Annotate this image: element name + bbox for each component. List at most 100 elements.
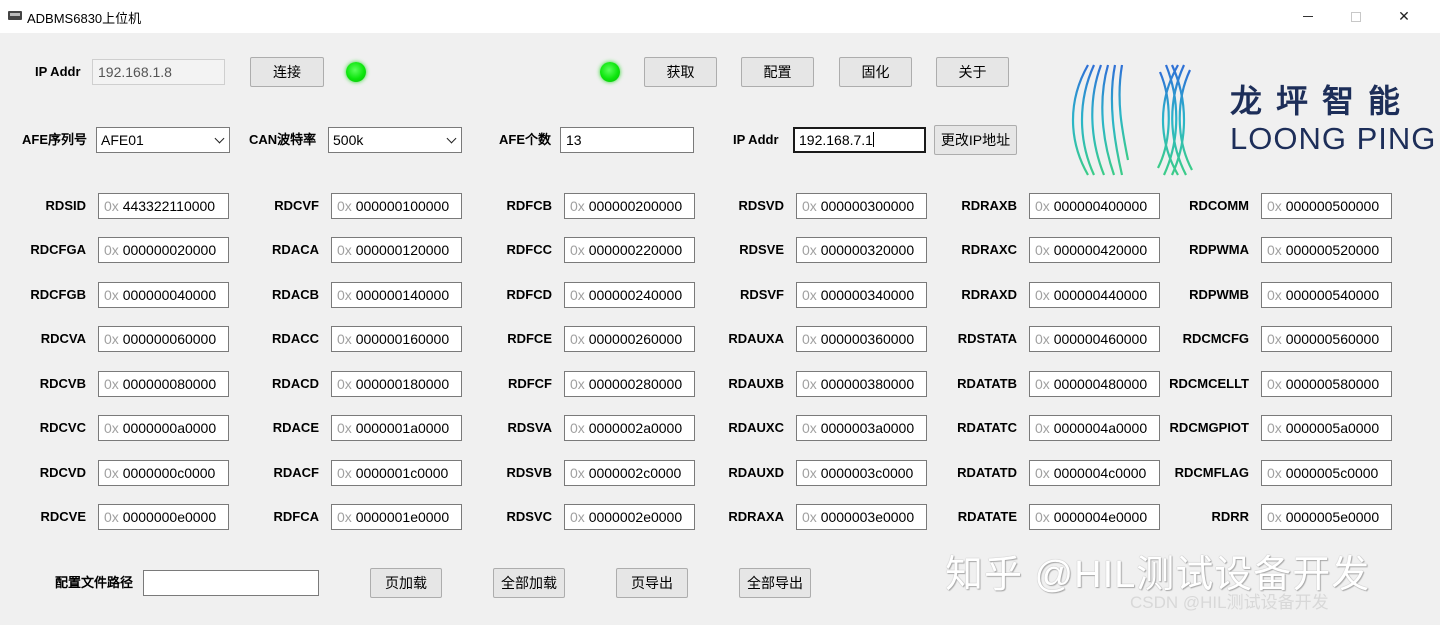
register-value-field[interactable]: 0x 000000280000 <box>564 371 695 397</box>
register-value-field[interactable]: 0x 0000004a0000 <box>1029 415 1160 441</box>
export-all-button[interactable]: 全部导出 <box>739 568 811 598</box>
register-label: RDSVE <box>739 242 784 257</box>
register-value-field[interactable]: 0x 000000200000 <box>564 193 695 219</box>
register-value-field[interactable]: 0x 000000340000 <box>796 282 927 308</box>
register-label: RDRAXA <box>728 509 784 524</box>
register-value-field[interactable]: 0x 0000000e0000 <box>98 504 229 530</box>
register-label: RDFCB <box>506 198 553 213</box>
register-value-field[interactable]: 0x 000000520000 <box>1261 237 1392 263</box>
ip-addr-field[interactable]: 192.168.1.8 <box>92 59 225 85</box>
register-value-field[interactable]: 0x 000000040000 <box>98 282 229 308</box>
register-value-field[interactable]: 0x 000000420000 <box>1029 237 1160 263</box>
register-value-field[interactable]: 0x 000000440000 <box>1029 282 1160 308</box>
register-label: RDFCE <box>507 331 552 346</box>
register-value-field[interactable]: 0x 000000400000 <box>1029 193 1160 219</box>
register-value-field[interactable]: 0x 0000003e0000 <box>796 504 927 530</box>
register-value-field[interactable]: 0x 0000003c0000 <box>796 460 927 486</box>
register-value-field[interactable]: 0x 000000120000 <box>331 237 462 263</box>
register-label: RDCVE <box>40 509 86 524</box>
close-button[interactable]: ✕ <box>1381 0 1427 33</box>
register-value-field[interactable]: 0x 000000560000 <box>1261 326 1392 352</box>
register-value-field[interactable]: 0x 0000004e0000 <box>1029 504 1160 530</box>
app-icon <box>8 11 22 20</box>
register-value-field[interactable]: 0x 000000080000 <box>98 371 229 397</box>
register-value-field[interactable]: 0x 000000240000 <box>564 282 695 308</box>
change-ip-button[interactable]: 更改IP地址 <box>934 125 1017 155</box>
register-value-field[interactable]: 0x 443322110000 <box>98 193 229 219</box>
register-value-field[interactable]: 0x 0000005a0000 <box>1261 415 1392 441</box>
config-button[interactable]: 配置 <box>741 57 814 87</box>
register-value-field[interactable]: 0x 0000002c0000 <box>564 460 695 486</box>
afe-serial-select[interactable]: AFE01 <box>96 127 230 153</box>
load-all-button[interactable]: 全部加载 <box>493 568 565 598</box>
register-value-field[interactable]: 0x 0000004c0000 <box>1029 460 1160 486</box>
minimize-icon <box>1303 16 1313 17</box>
register-value-field[interactable]: 0x 000000180000 <box>331 371 462 397</box>
register-value-field[interactable]: 0x 0000001e0000 <box>331 504 462 530</box>
get-button[interactable]: 获取 <box>644 57 717 87</box>
afe-count-field[interactable]: 13 <box>560 127 694 153</box>
afe-count-label: AFE个数 <box>499 132 552 147</box>
register-value-field[interactable]: 0x 0000001a0000 <box>331 415 462 441</box>
register-value: 000000460000 <box>1053 331 1148 347</box>
afe-serial-label: AFE序列号 <box>22 132 88 147</box>
hex-prefix: 0x <box>1035 509 1050 525</box>
can-rate-select[interactable]: 500k <box>328 127 462 153</box>
hex-prefix: 0x <box>337 420 352 436</box>
new-ip-value: 192.168.7.1 <box>799 132 873 148</box>
config-path-field[interactable] <box>143 570 319 596</box>
register-label: RDATATE <box>957 509 1017 524</box>
hex-prefix: 0x <box>1035 198 1050 214</box>
hex-prefix: 0x <box>802 376 817 392</box>
hex-prefix: 0x <box>802 465 817 481</box>
register-value-field[interactable]: 0x 0000003a0000 <box>796 415 927 441</box>
register-value-field[interactable]: 0x 000000140000 <box>331 282 462 308</box>
register-value-field[interactable]: 0x 000000460000 <box>1029 326 1160 352</box>
new-ip-field[interactable]: 192.168.7.1 <box>793 127 926 153</box>
hex-prefix: 0x <box>1267 509 1282 525</box>
connect-button[interactable]: 连接 <box>250 57 324 87</box>
register-label: RDACD <box>272 376 319 391</box>
hex-prefix: 0x <box>802 287 817 303</box>
register-label: RDSID <box>45 198 86 213</box>
register-value-field[interactable]: 0x 000000220000 <box>564 237 695 263</box>
page-load-button[interactable]: 页加载 <box>370 568 442 598</box>
register-value-field[interactable]: 0x 0000002e0000 <box>564 504 695 530</box>
register-value-field[interactable]: 0x 000000540000 <box>1261 282 1392 308</box>
burn-button[interactable]: 固化 <box>839 57 912 87</box>
register-value-field[interactable]: 0x 0000005e0000 <box>1261 504 1392 530</box>
hex-prefix: 0x <box>570 287 585 303</box>
register-label: RDRR <box>1211 509 1249 524</box>
register-value-field[interactable]: 0x 000000100000 <box>331 193 462 219</box>
hex-prefix: 0x <box>802 420 817 436</box>
register-value-field[interactable]: 0x 000000020000 <box>98 237 229 263</box>
register-value-field[interactable]: 0x 0000005c0000 <box>1261 460 1392 486</box>
page-export-button[interactable]: 页导出 <box>616 568 688 598</box>
minimize-button[interactable] <box>1285 0 1331 33</box>
register-value-field[interactable]: 0x 0000000a0000 <box>98 415 229 441</box>
register-value-field[interactable]: 0x 000000260000 <box>564 326 695 352</box>
register-value-field[interactable]: 0x 000000380000 <box>796 371 927 397</box>
register-value-field[interactable]: 0x 000000360000 <box>796 326 927 352</box>
hex-prefix: 0x <box>570 331 585 347</box>
register-label: RDCVB <box>39 376 86 391</box>
register-value-field[interactable]: 0x 0000000c0000 <box>98 460 229 486</box>
register-value-field[interactable]: 0x 000000480000 <box>1029 371 1160 397</box>
register-label: RDCMFLAG <box>1174 465 1249 480</box>
register-value: 0000005e0000 <box>1285 509 1380 525</box>
register-value-field[interactable]: 0x 000000320000 <box>796 237 927 263</box>
register-value-field[interactable]: 0x 000000300000 <box>796 193 927 219</box>
maximize-button[interactable] <box>1333 0 1379 33</box>
register-value: 000000500000 <box>1285 198 1380 214</box>
register-label: RDFCC <box>506 242 553 257</box>
register-value: 000000280000 <box>588 376 683 392</box>
about-button[interactable]: 关于 <box>936 57 1009 87</box>
register-value-field[interactable]: 0x 000000580000 <box>1261 371 1392 397</box>
register-value-field[interactable]: 0x 0000002a0000 <box>564 415 695 441</box>
register-value-field[interactable]: 0x 0000001c0000 <box>331 460 462 486</box>
register-value: 000000240000 <box>588 287 683 303</box>
register-value-field[interactable]: 0x 000000060000 <box>98 326 229 352</box>
register-value-field[interactable]: 0x 000000500000 <box>1261 193 1392 219</box>
register-label: RDFCF <box>507 376 552 391</box>
register-value-field[interactable]: 0x 000000160000 <box>331 326 462 352</box>
